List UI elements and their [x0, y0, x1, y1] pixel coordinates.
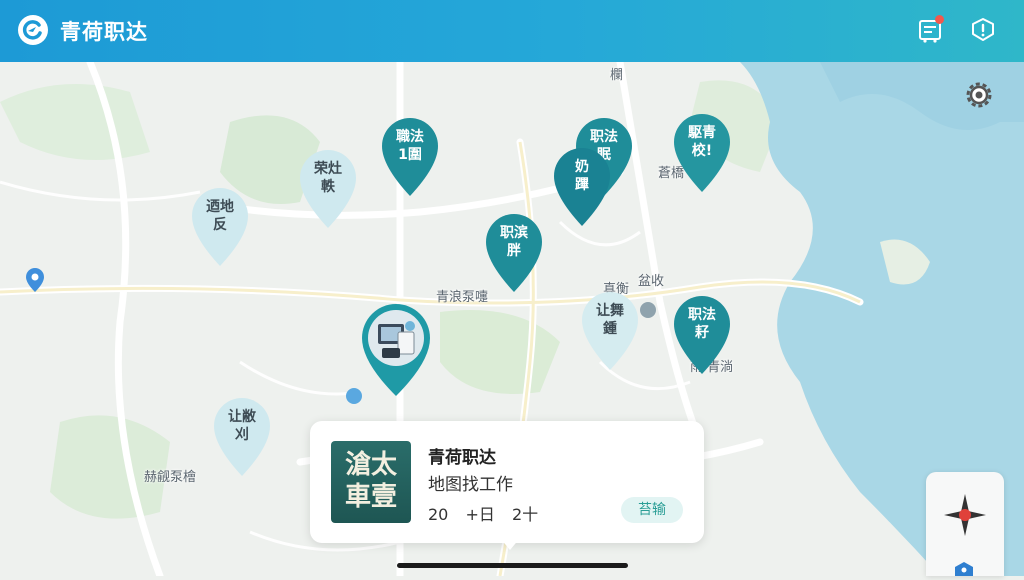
- job-pin[interactable]: 职滨 胖: [484, 212, 544, 294]
- map-label: 青浪泵嚏: [436, 290, 489, 305]
- job-pin-label: 荣灶 軼: [314, 161, 342, 195]
- map-label: 赫觎泵檜: [144, 470, 197, 485]
- card-stats: 20 +日 2十: [428, 501, 550, 525]
- stat-extra: 2十: [511, 505, 539, 524]
- job-pin-label: 让敝 刈: [228, 409, 256, 443]
- selected-job-pin[interactable]: [360, 302, 432, 398]
- card-tag-button[interactable]: 苔输: [621, 497, 683, 523]
- job-pin[interactable]: 让舞 鍾: [580, 290, 640, 372]
- map-controls-panel: [926, 472, 1004, 576]
- card-subtitle: 地图找工作: [428, 475, 513, 495]
- job-pin-label: 職法 1圍: [396, 129, 424, 163]
- cart-icon[interactable]: [916, 15, 946, 45]
- app-title: 青荷职达: [60, 20, 148, 44]
- top-bar: 青荷职达: [0, 0, 1024, 62]
- map-label: 欄: [610, 68, 624, 83]
- job-pin-label: 职滨 胖: [500, 225, 528, 259]
- card-title: 青荷职达: [428, 448, 496, 468]
- job-pin-label: 迺地 反: [206, 199, 234, 233]
- card-pointer: [500, 538, 520, 550]
- stat-count: 20: [428, 505, 449, 524]
- job-pin[interactable]: 职法 耔: [672, 294, 732, 376]
- job-pin[interactable]: 荣灶 軼: [298, 148, 358, 230]
- compass-icon[interactable]: [940, 490, 990, 540]
- job-thumbnail: 滄太 車壹: [331, 441, 411, 523]
- job-pin[interactable]: 奶 蹕: [552, 146, 612, 228]
- job-pin-label: 奶 蹕: [575, 159, 589, 193]
- stat-days: +日: [465, 505, 495, 524]
- settings-gear-icon[interactable]: [960, 76, 998, 114]
- locate-icon[interactable]: [952, 560, 976, 576]
- poi-marker-icon[interactable]: [25, 268, 45, 292]
- poi-marker-icon[interactable]: [640, 302, 656, 318]
- home-indicator: [397, 563, 628, 568]
- job-info-card[interactable]: 滄太 車壹 青荷职达 地图找工作 20 +日 2十 苔输: [310, 421, 704, 543]
- app-logo-icon: [18, 15, 48, 45]
- map-label: 盆收: [638, 274, 665, 289]
- job-pin-label: 让舞 鍾: [596, 303, 624, 337]
- job-pin[interactable]: 让敝 刈: [212, 396, 272, 478]
- job-pin-label: 駆青 校!: [688, 125, 716, 159]
- notification-dot: [935, 15, 944, 24]
- job-pin[interactable]: 職法 1圍: [380, 116, 440, 198]
- job-pin[interactable]: 駆青 校!: [672, 112, 732, 194]
- job-pin[interactable]: 迺地 反: [190, 186, 250, 268]
- bell-icon[interactable]: [968, 15, 998, 45]
- job-pin-label: 职法 耔: [688, 307, 716, 341]
